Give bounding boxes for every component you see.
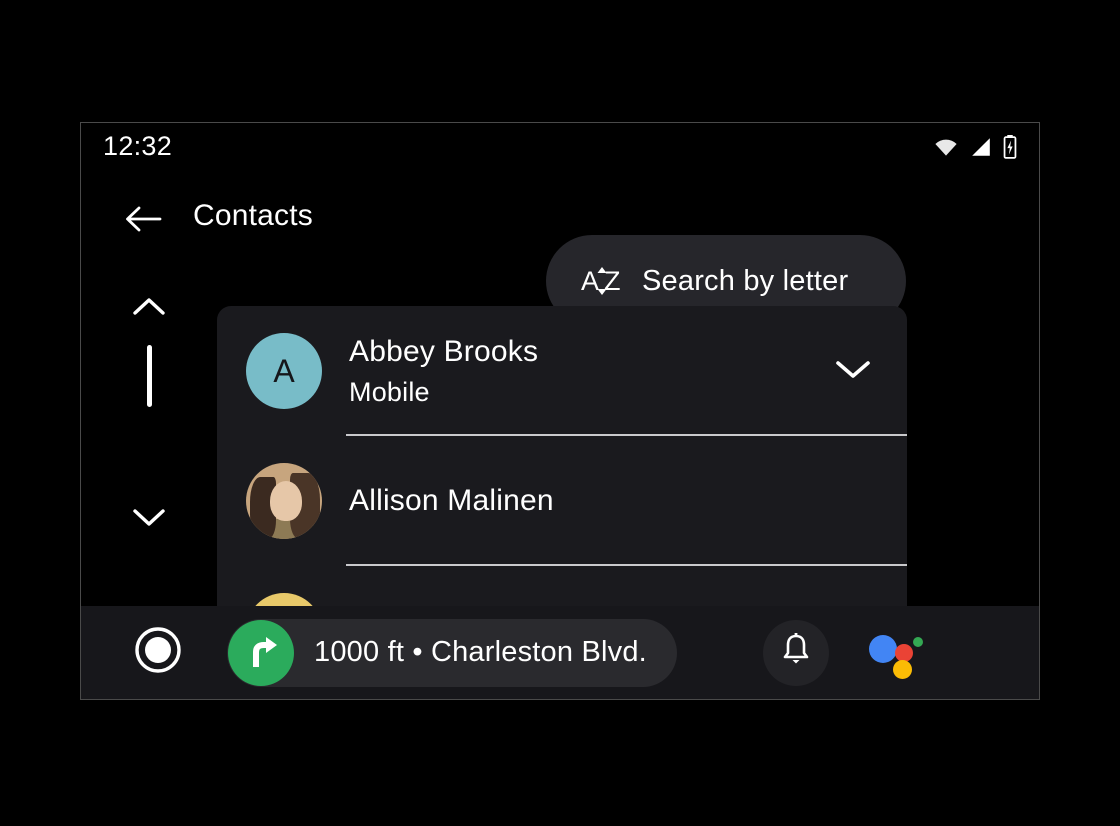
scroll-up-button[interactable] <box>129 293 169 321</box>
scroll-down-button[interactable] <box>129 503 169 531</box>
contact-text-block: Allison Malinen <box>349 484 825 518</box>
table-row[interactable]: Allison Malinen <box>217 436 907 566</box>
status-time: 12:32 <box>103 131 173 161</box>
google-assistant-button[interactable] <box>868 627 929 679</box>
battery-charging-icon <box>1003 135 1017 164</box>
arrow-left-icon <box>124 204 162 239</box>
status-icon-group <box>933 135 1017 164</box>
cellular-signal-icon <box>970 137 992 162</box>
expand-contact-button[interactable] <box>825 356 881 387</box>
contact-text-block: Abbey Brooks Mobile <box>349 335 825 408</box>
avatar <box>246 463 322 539</box>
svg-text:A: A <box>581 266 599 296</box>
assistant-dot-red <box>894 643 913 662</box>
car-display-screen: 12:32 Contacts A Z Search by letter A Ab… <box>80 122 1040 700</box>
home-button[interactable] <box>133 625 183 680</box>
bottom-navigation-bar: 1000 ft • Charleston Blvd. <box>81 606 1039 699</box>
table-row[interactable]: A Abbey Brooks Mobile <box>217 306 907 436</box>
contact-name: Allison Malinen <box>349 484 554 517</box>
contact-subtitle: Mobile <box>349 376 430 407</box>
navigation-text: 1000 ft • Charleston Blvd. <box>314 636 647 668</box>
navigation-status-pill[interactable]: 1000 ft • Charleston Blvd. <box>227 618 677 687</box>
page-title: Contacts <box>193 199 313 232</box>
status-bar: 12:32 <box>81 123 1039 179</box>
avatar-initial: A <box>273 352 295 389</box>
sort-alpha-az-icon: A Z <box>580 258 626 304</box>
assistant-dot-green <box>912 636 923 647</box>
list-scrollbar[interactable] <box>107 293 191 593</box>
scrollbar-thumb[interactable] <box>147 345 152 407</box>
notifications-button[interactable] <box>762 619 829 686</box>
turn-right-icon <box>228 619 294 686</box>
svg-text:Z: Z <box>604 266 621 296</box>
contact-name: Abbey Brooks <box>349 334 539 368</box>
chevron-down-icon <box>833 356 873 387</box>
home-circle-icon <box>133 625 183 680</box>
app-header: Contacts A Z Search by letter <box>81 179 1039 327</box>
avatar: A <box>246 333 322 409</box>
notification-bell-icon <box>779 632 813 673</box>
google-assistant-icon <box>868 634 897 663</box>
search-by-letter-label: Search by letter <box>642 264 849 297</box>
wifi-icon <box>933 137 959 162</box>
back-button[interactable] <box>119 197 167 245</box>
assistant-dot-yellow <box>892 659 912 679</box>
avatar-photo-face <box>270 481 302 521</box>
